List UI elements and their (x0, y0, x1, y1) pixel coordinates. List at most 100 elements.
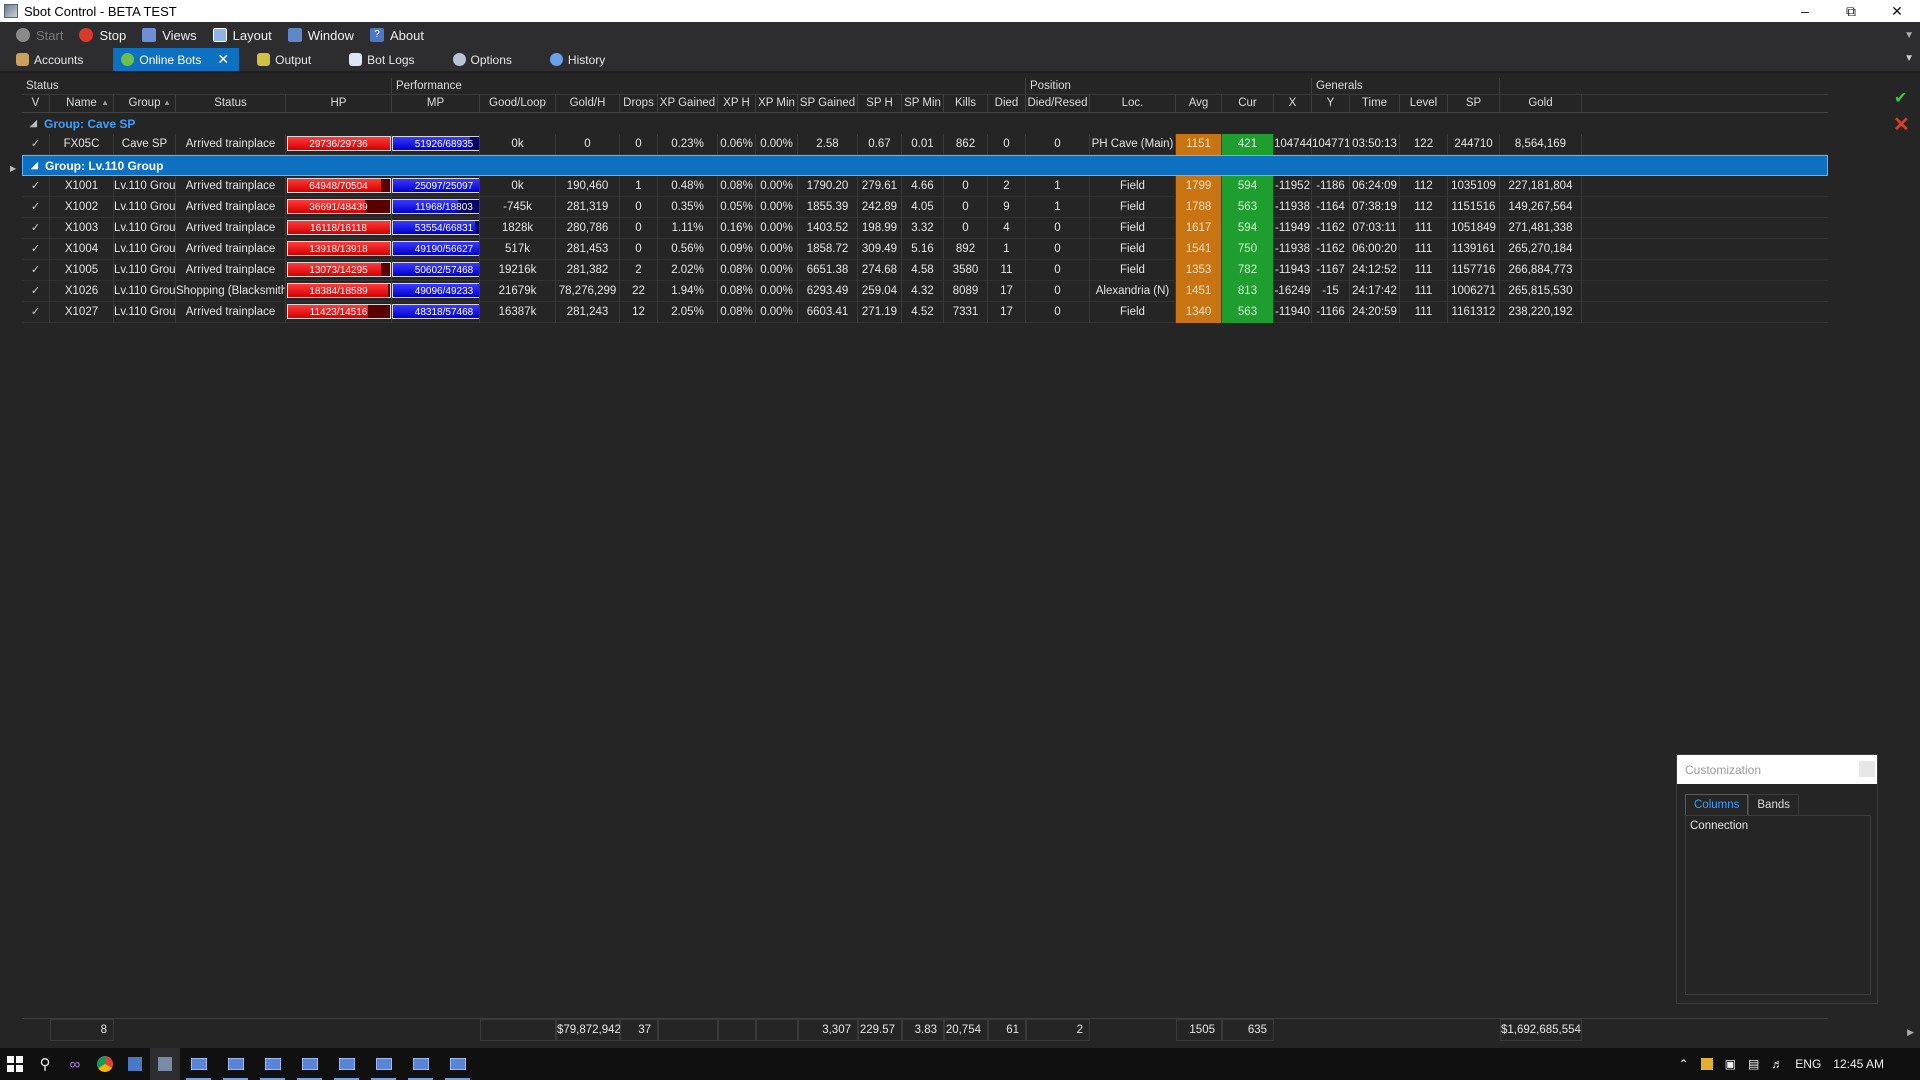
app-launcher-icon[interactable] (120, 1048, 150, 1080)
column-header[interactable]: Status (176, 95, 286, 112)
column-header[interactable]: Drops (620, 95, 658, 112)
column-header[interactable]: SP (1448, 95, 1500, 112)
taskbar-window-4[interactable] (291, 1048, 328, 1080)
language-indicator[interactable]: ENG (1795, 1057, 1821, 1071)
band-status[interactable]: Status (22, 78, 392, 94)
taskbar-window-8[interactable] (439, 1048, 476, 1080)
windows-start-icon[interactable] (0, 1048, 30, 1080)
side-scroll-arrow-icon[interactable]: ▶ (1907, 1027, 1914, 1038)
column-header[interactable]: Avg (1176, 95, 1222, 112)
table-row[interactable]: ✓ X1005 Lv.110 Group Arrived trainplace 1307… (22, 259, 1828, 281)
chrome-icon[interactable] (90, 1048, 120, 1080)
menu-views[interactable]: Views (142, 28, 197, 43)
menu-stop[interactable]: Stop (79, 28, 126, 43)
table-row[interactable]: ✓ X1026 Lv.110 Group Shopping (Blacksmith) 1… (22, 280, 1828, 302)
visible-checkbox[interactable]: ✓ (22, 175, 50, 197)
tab-output[interactable]: Output (249, 48, 321, 71)
column-header[interactable]: V (22, 95, 50, 112)
table-row[interactable]: ✓ FX05C Cave SP Arrived trainplace 29736/297… (22, 133, 1828, 155)
visible-checkbox[interactable]: ✓ (22, 259, 50, 281)
clock[interactable]: 12:45 AM (1833, 1057, 1884, 1071)
visible-checkbox[interactable]: ✓ (22, 280, 50, 302)
column-header[interactable]: Died (988, 95, 1026, 112)
restore-button[interactable]: ⧉ (1828, 0, 1874, 22)
column-header[interactable]: Kills (944, 95, 988, 112)
column-header[interactable]: MP (392, 95, 480, 112)
column-header[interactable]: Loc. (1090, 95, 1176, 112)
column-header[interactable]: Level (1400, 95, 1448, 112)
tray-app-icon[interactable] (1700, 1058, 1713, 1070)
column-header[interactable]: XP Gained (658, 95, 718, 112)
visible-checkbox[interactable]: ✓ (22, 133, 50, 155)
close-tab-icon[interactable]: ✕ (217, 51, 229, 68)
column-header[interactable]: Cur (1222, 95, 1274, 112)
band-generals[interactable]: Generals (1312, 78, 1500, 94)
customization-close-button[interactable] (1859, 761, 1875, 777)
column-header[interactable]: Group ▲ (114, 95, 176, 112)
column-header[interactable]: SP Gained (798, 95, 858, 112)
column-header[interactable]: Gold/H (556, 95, 620, 112)
network-icon[interactable]: ▣ (1725, 1057, 1736, 1071)
tab-history[interactable]: History (542, 48, 615, 71)
column-header[interactable]: Died/Resed (1026, 95, 1090, 112)
column-header-label: SP Min (904, 97, 941, 109)
column-header[interactable]: Good/Loop (480, 95, 556, 112)
table-row[interactable]: ✓ X1004 Lv.110 Group Arrived trainplace 1391… (22, 238, 1828, 260)
visual-studio-icon[interactable]: ∞ (60, 1048, 90, 1080)
tab-bands[interactable]: Bands (1748, 794, 1799, 815)
column-header[interactable]: XP Min (756, 95, 798, 112)
taskbar-window-2[interactable] (217, 1048, 254, 1080)
tab-accounts[interactable]: Accounts (8, 48, 93, 71)
visible-checkbox[interactable]: ✓ (22, 301, 50, 323)
cell-avg: 1617 (1176, 217, 1222, 239)
tab-online-bots[interactable]: Online Bots ✕ (113, 48, 240, 71)
minimize-button[interactable]: – (1782, 0, 1828, 22)
collapse-toggle-icon[interactable]: ◢ (30, 118, 44, 129)
tab-columns[interactable]: Columns (1685, 794, 1749, 815)
menu-start[interactable]: Start (16, 28, 63, 43)
menu-window[interactable]: Window (287, 28, 354, 43)
table-row[interactable]: ✓ X1001 Lv.110 Group Arrived trainplace 6494… (22, 175, 1828, 197)
menu-overflow-icon[interactable]: ▼ (1904, 30, 1914, 41)
taskbar-window-3[interactable] (254, 1048, 291, 1080)
visible-checkbox[interactable]: ✓ (22, 238, 50, 260)
tab-options[interactable]: Options (445, 48, 522, 71)
table-row[interactable]: ✓ X1003 Lv.110 Group Arrived trainplace 1611… (22, 217, 1828, 239)
tab-bot-logs[interactable]: Bot Logs (341, 48, 424, 71)
column-header[interactable]: X (1274, 95, 1312, 112)
column-header[interactable]: Name ▲ (50, 95, 114, 112)
column-header[interactable]: Y (1312, 95, 1350, 112)
column-header[interactable]: XP H (718, 95, 756, 112)
visible-checkbox[interactable]: ✓ (22, 196, 50, 218)
close-button[interactable]: ✕ (1874, 0, 1920, 22)
search-icon[interactable]: ⚲ (30, 1048, 60, 1080)
sbot-taskbar-icon[interactable] (150, 1048, 180, 1080)
table-row[interactable]: ✓ X1027 Lv.110 Group Arrived trainplace 1142… (22, 301, 1828, 323)
taskbar-window-1[interactable] (180, 1048, 217, 1080)
apply-check-icon[interactable]: ✔ (1894, 88, 1907, 108)
band-position[interactable]: Position (1026, 78, 1312, 94)
customization-title-bar[interactable]: Customization (1677, 755, 1877, 784)
group-row[interactable]: ◢ Group: Lv.110 Group (22, 155, 1828, 176)
cancel-x-icon[interactable]: ✕ (1893, 112, 1910, 137)
tray-chevron-icon[interactable]: ⌃ (1679, 1057, 1689, 1071)
menu-layout[interactable]: Layout (212, 28, 272, 43)
customization-item-connection[interactable]: Connection (1690, 820, 1866, 832)
notifications-icon[interactable]: ▤ (1748, 1057, 1759, 1071)
taskbar-window-6[interactable] (365, 1048, 402, 1080)
collapse-toggle-icon[interactable]: ◢ (31, 160, 45, 171)
taskbar-window-5[interactable] (328, 1048, 365, 1080)
taskbar-window-7[interactable] (402, 1048, 439, 1080)
column-header[interactable]: HP (286, 95, 392, 112)
column-header[interactable]: SP H (858, 95, 902, 112)
band-performance[interactable]: Performance (392, 78, 1026, 94)
column-header[interactable]: Time (1350, 95, 1400, 112)
table-row[interactable]: ✓ X1002 Lv.110 Group Arrived trainplace 3669… (22, 196, 1828, 218)
group-row[interactable]: ◢ Group: Cave SP (22, 113, 1828, 134)
tab-list-dropdown-icon[interactable]: ▼ (1904, 53, 1914, 64)
column-header[interactable]: Gold (1500, 95, 1582, 112)
column-header[interactable]: SP Min (902, 95, 944, 112)
visible-checkbox[interactable]: ✓ (22, 217, 50, 239)
menu-about[interactable]: ? About (369, 28, 424, 43)
volume-icon[interactable]: ♬ (1771, 1057, 1783, 1071)
